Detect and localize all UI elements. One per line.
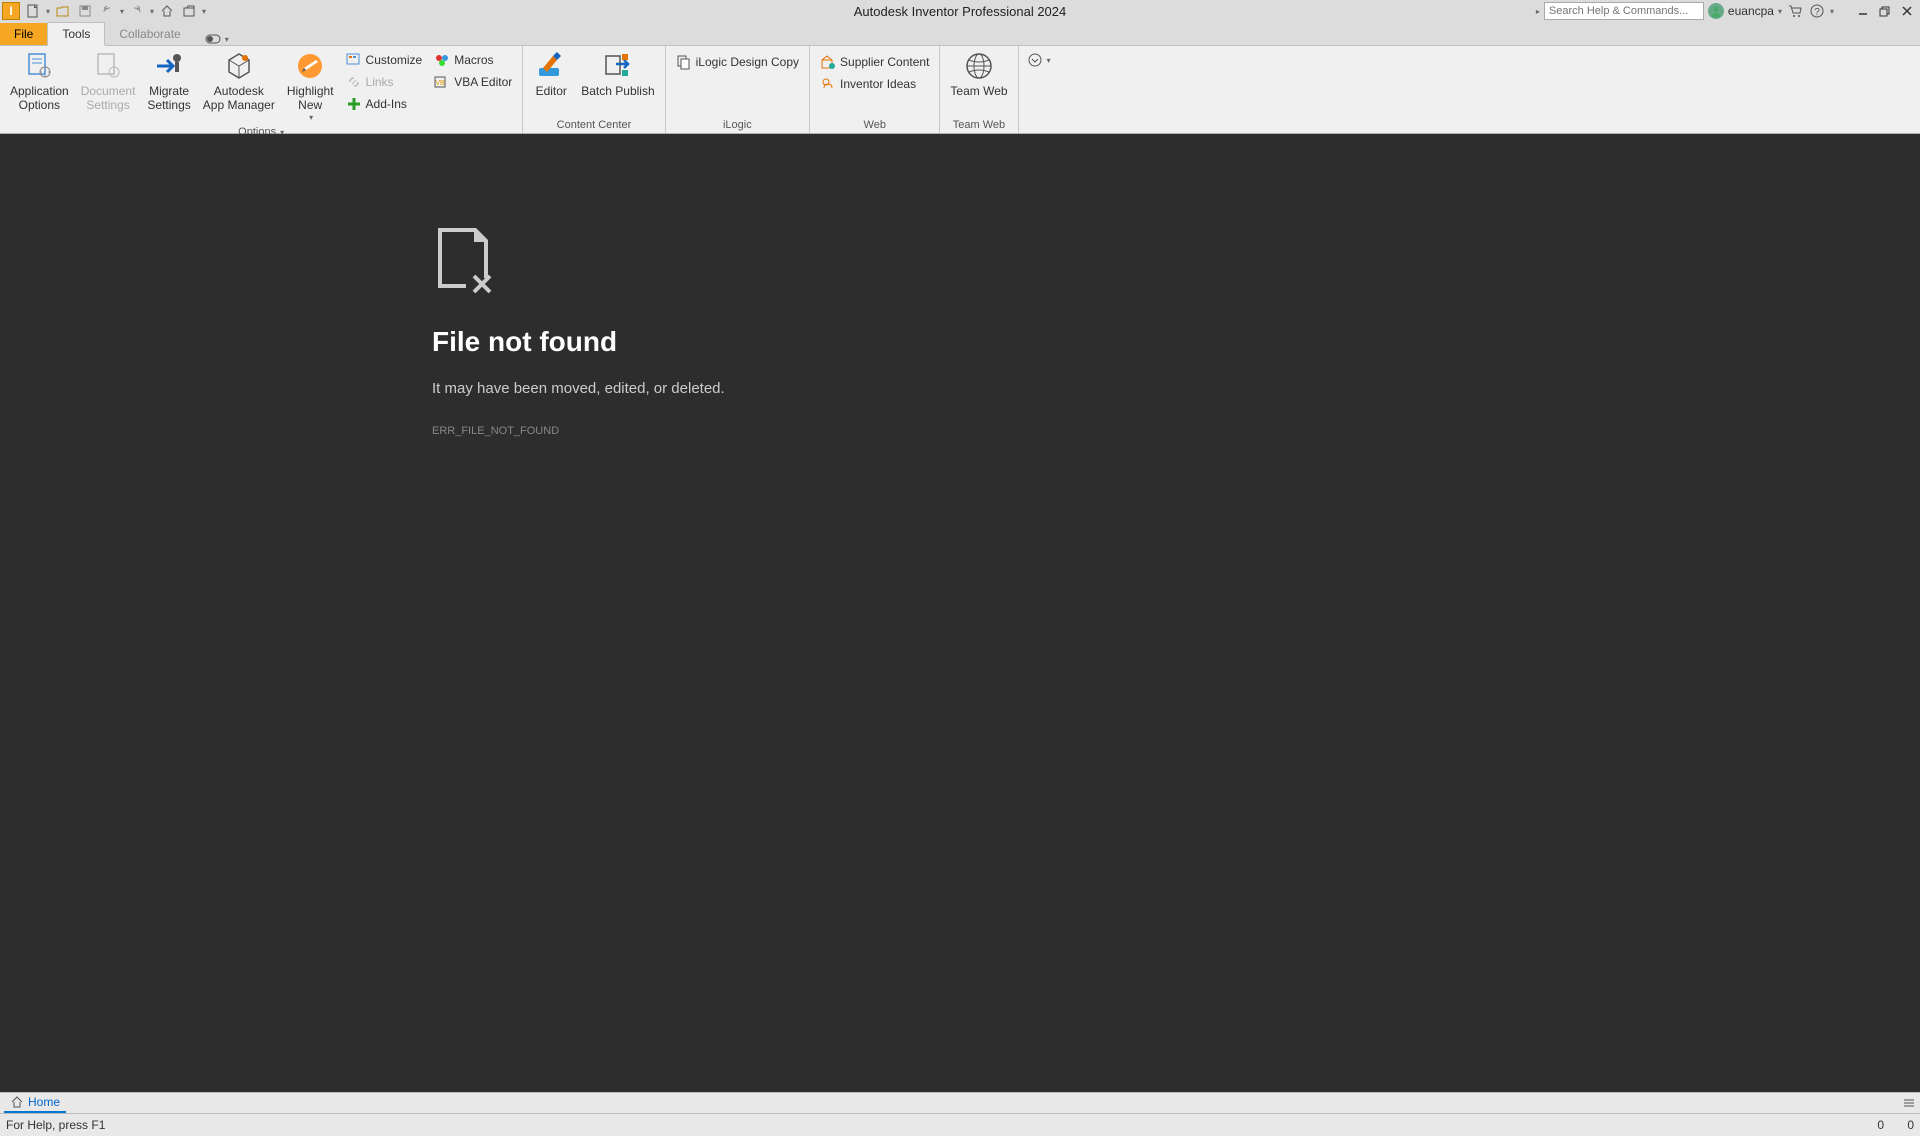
supplier-content-button[interactable]: Supplier Content	[818, 52, 931, 72]
ribbon-tabs: File Tools Collaborate ▾	[0, 22, 1920, 46]
globe-icon	[963, 50, 995, 82]
addins-button[interactable]: Add-Ins	[344, 94, 425, 114]
overflow-icon	[1027, 52, 1043, 68]
cart-icon[interactable]	[1786, 2, 1804, 20]
app-options-icon	[23, 50, 55, 82]
supplier-icon	[820, 54, 836, 70]
status-num-1: 0	[1854, 1118, 1884, 1132]
ilogic-design-copy-button[interactable]: iLogic Design Copy	[674, 52, 801, 72]
links-button: Links	[344, 72, 425, 92]
status-help-text: For Help, press F1	[6, 1118, 105, 1132]
customize-button[interactable]: Customize	[344, 50, 425, 70]
error-code: ERR_FILE_NOT_FOUND	[432, 425, 1132, 437]
panel-ilogic-label: iLogic	[666, 117, 809, 133]
panel-team-web-label: Team Web	[940, 117, 1017, 133]
redo-dropdown-icon[interactable]: ▾	[150, 7, 154, 16]
macros-button[interactable]: Macros	[432, 50, 514, 70]
migrate-settings-button[interactable]: Migrate Settings	[141, 48, 196, 115]
error-title: File not found	[432, 326, 1132, 358]
panel-ilogic: iLogic Design Copy iLogic	[666, 46, 810, 133]
macros-icon	[434, 52, 450, 68]
error-message: It may have been moved, edited, or delet…	[432, 380, 1132, 397]
avatar-icon	[1708, 3, 1724, 19]
panel-web-label: Web	[810, 117, 939, 133]
appearance-icon	[205, 33, 223, 45]
status-bar: For Help, press F1 0 0	[0, 1114, 1920, 1136]
app-manager-icon	[223, 50, 255, 82]
vba-icon: VB	[434, 74, 450, 90]
doc-settings-icon	[92, 50, 124, 82]
team-web-button[interactable]: Team Web	[944, 48, 1013, 100]
editor-icon	[535, 50, 567, 82]
search-input[interactable]	[1544, 2, 1704, 20]
app-icon[interactable]: I	[2, 2, 20, 20]
qat-customize-icon[interactable]: ▾	[202, 7, 206, 16]
panel-content-center: Editor Batch Publish Content Center	[523, 46, 665, 133]
ilogic-copy-icon	[676, 54, 692, 70]
content-area: File not found It may have been moved, e…	[0, 134, 1920, 1092]
save-icon[interactable]	[76, 2, 94, 20]
quick-access-toolbar: I ▾ ▾ ▾ ▾	[0, 2, 206, 20]
application-options-button[interactable]: Application Options	[4, 48, 75, 115]
migrate-icon	[153, 50, 185, 82]
tab-file[interactable]: File	[0, 23, 47, 45]
panel-team-web: Team Web Team Web	[940, 46, 1018, 133]
help-dropdown-icon[interactable]: ▾	[1830, 7, 1834, 16]
tabs-menu-icon[interactable]	[1902, 1096, 1916, 1110]
restore-button[interactable]	[1876, 2, 1894, 20]
undo-dropdown-icon[interactable]: ▾	[120, 7, 124, 16]
panel-options: Application Options Document Settings Mi…	[0, 46, 523, 133]
document-tabs: Home	[0, 1092, 1920, 1114]
home-qat-icon[interactable]	[158, 2, 176, 20]
help-icon[interactable]: ?	[1808, 2, 1826, 20]
svg-text:VB: VB	[436, 80, 446, 87]
minimize-button[interactable]	[1854, 2, 1872, 20]
tab-tools[interactable]: Tools	[47, 22, 105, 46]
appearance-toggle[interactable]: ▾	[205, 33, 229, 45]
app-title: Autodesk Inventor Professional 2024	[854, 4, 1066, 19]
inventor-ideas-button[interactable]: Inventor Ideas	[818, 74, 931, 94]
highlight-new-icon	[294, 50, 326, 82]
status-num-2: 0	[1884, 1118, 1914, 1132]
highlight-dropdown-icon: ▾	[309, 113, 313, 123]
document-settings-button: Document Settings	[75, 48, 142, 115]
title-bar: I ▾ ▾ ▾ ▾ Autodesk Inventor Professional…	[0, 0, 1920, 22]
panel-overflow: ▾	[1019, 46, 1059, 133]
home-tab[interactable]: Home	[4, 1093, 66, 1113]
tab-collaborate[interactable]: Collaborate	[105, 23, 194, 45]
customize-icon	[346, 52, 362, 68]
undo-icon[interactable]	[98, 2, 116, 20]
user-name: euancpa	[1728, 4, 1774, 18]
app-manager-button[interactable]: Autodesk App Manager	[197, 48, 281, 115]
open-icon[interactable]	[54, 2, 72, 20]
user-dropdown-icon[interactable]: ▾	[1778, 7, 1782, 16]
user-account[interactable]: euancpa	[1708, 3, 1774, 19]
vba-editor-button[interactable]: VB VBA Editor	[432, 72, 514, 92]
new-dropdown-icon[interactable]: ▾	[46, 7, 50, 16]
panel-content-center-label: Content Center	[523, 117, 664, 133]
appearance-dropdown-icon: ▾	[225, 35, 229, 44]
ribbon: Application Options Document Settings Mi…	[0, 46, 1920, 134]
svg-text:?: ?	[1814, 7, 1820, 18]
redo-icon[interactable]	[128, 2, 146, 20]
new-icon[interactable]	[24, 2, 42, 20]
addins-icon	[346, 96, 362, 112]
batch-publish-button[interactable]: Batch Publish	[575, 48, 660, 100]
close-button[interactable]	[1898, 2, 1916, 20]
ideas-icon	[820, 76, 836, 92]
highlight-new-button[interactable]: Highlight New ▾	[281, 48, 340, 124]
home-icon	[10, 1095, 24, 1109]
ribbon-overflow-button[interactable]: ▾	[1023, 48, 1055, 72]
panel-web: Supplier Content Inventor Ideas Web	[810, 46, 940, 133]
batch-publish-icon	[602, 50, 634, 82]
error-page: File not found It may have been moved, e…	[432, 224, 1132, 437]
editor-button[interactable]: Editor	[527, 48, 575, 100]
projects-icon[interactable]	[180, 2, 198, 20]
file-error-icon	[432, 224, 1132, 296]
search-expand-icon[interactable]: ▸	[1536, 7, 1540, 16]
links-icon	[346, 74, 362, 90]
